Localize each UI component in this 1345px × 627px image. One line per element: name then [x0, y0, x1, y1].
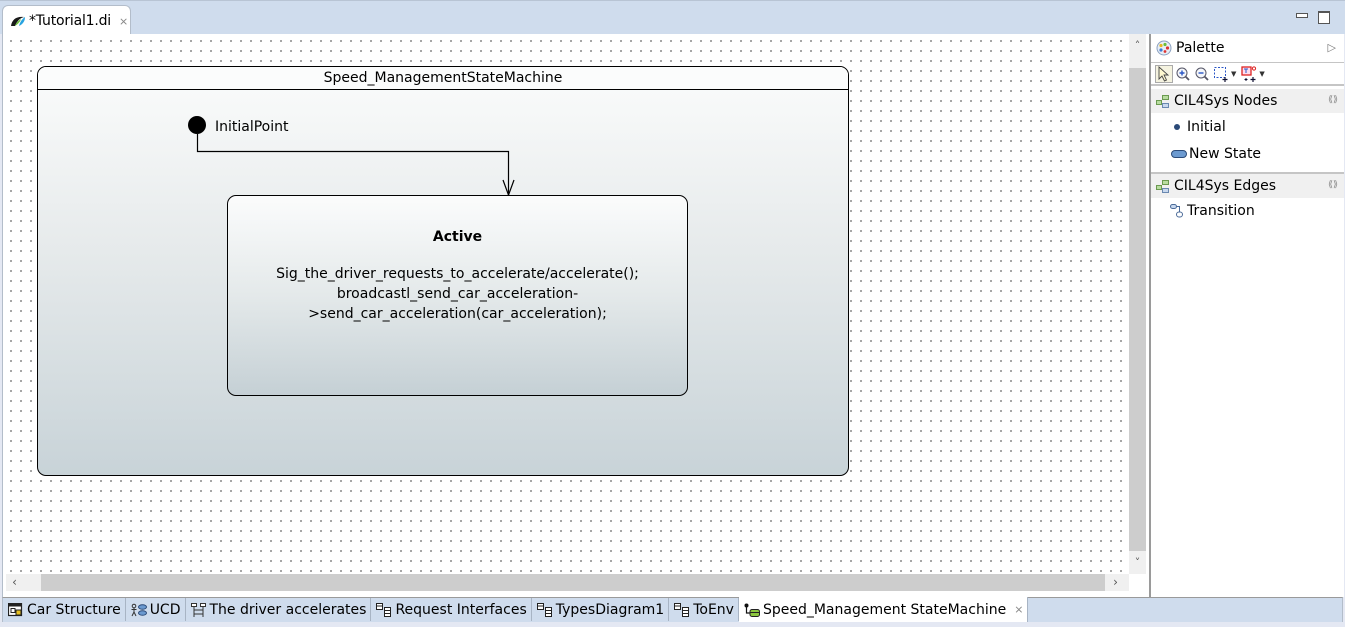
editor-tab-bar: *Tutorial1.di ⨯	[0, 0, 1345, 36]
tab-toenv[interactable]: ToEnv	[669, 598, 739, 621]
scroll-left-icon[interactable]: ‹	[6, 574, 23, 591]
maximize-button[interactable]	[1317, 9, 1331, 24]
palette-toolbar: ▼ ▼	[1151, 62, 1344, 86]
editor-tab-label: *Tutorial1.di	[29, 13, 112, 29]
palette-item-transition[interactable]: Transition	[1169, 199, 1255, 223]
window-bottom-edge	[0, 622, 1345, 627]
transition-edge[interactable]	[196, 134, 510, 195]
tab-label: Speed_Management StateMachine	[762, 601, 1007, 618]
arrow-cursor-icon	[1158, 65, 1170, 82]
drawer-pin-icon[interactable]: ⟪⟫	[1328, 180, 1338, 190]
marquee-icon	[1214, 66, 1228, 82]
drawer-label: CIL4Sys Edges	[1174, 178, 1277, 194]
diagram-tab-bar: Car Structure UCD The driver accelerates…	[2, 597, 1343, 622]
zoom-in-tool[interactable]	[1174, 65, 1192, 83]
state-machine-title[interactable]: Speed_ManagementStateMachine	[38, 67, 848, 90]
tab-ucd[interactable]: UCD	[126, 598, 186, 621]
connection-marquee-dropdown-icon[interactable]: ▼	[1259, 70, 1264, 78]
class-diagram-icon	[536, 602, 552, 617]
palette-collapse-icon[interactable]: ▷	[1328, 41, 1336, 54]
minimize-button[interactable]	[1294, 9, 1308, 23]
palette-title: Palette	[1176, 40, 1225, 56]
zoom-out-icon	[1195, 67, 1209, 81]
papyrus-logo-icon	[11, 16, 25, 26]
transition-icon	[1170, 204, 1183, 218]
composite-structure-icon	[8, 602, 23, 616]
diagram-editor: Speed_ManagementStateMachine InitialPoin…	[2, 34, 1344, 597]
tab-car-structure[interactable]: Car Structure	[3, 598, 126, 621]
vertical-scrollbar[interactable]: ˄ ˅	[1129, 34, 1146, 574]
initial-pseudostate[interactable]	[188, 116, 206, 134]
state-name: Active	[432, 229, 483, 245]
tab-typesdiagram1[interactable]: TypesDiagram1	[532, 598, 670, 621]
zoom-in-icon	[1176, 67, 1190, 81]
connection-marquee-icon	[1241, 65, 1257, 82]
close-icon[interactable]: ⨯	[1014, 603, 1023, 616]
drawer-nodes-icon	[1156, 94, 1169, 108]
tab-the-driver-accelerates[interactable]: The driver accelerates	[186, 598, 372, 621]
editor-tab-tutorial1[interactable]: *Tutorial1.di ⨯	[2, 5, 131, 36]
zoom-out-tool[interactable]	[1193, 65, 1211, 83]
connection-marquee-tool[interactable]	[1240, 65, 1258, 83]
class-diagram-icon	[376, 602, 392, 617]
drawer-cil4sys-nodes[interactable]: CIL4Sys Nodes ⟪⟫	[1151, 89, 1344, 113]
state-machine-frame[interactable]: Speed_ManagementStateMachine InitialPoin…	[37, 66, 849, 476]
drawer-label: CIL4Sys Nodes	[1174, 93, 1278, 109]
close-icon[interactable]: ⨯	[119, 15, 128, 28]
class-diagram-icon	[674, 602, 690, 617]
drawer-cil4sys-edges[interactable]: CIL4Sys Edges ⟪⟫	[1151, 172, 1344, 198]
state-machine-icon	[744, 603, 760, 617]
marquee-tool[interactable]	[1212, 65, 1230, 83]
sequence-diagram-icon	[190, 602, 206, 617]
tab-label: Car Structure	[27, 601, 121, 618]
select-tool[interactable]	[1155, 64, 1173, 83]
scroll-right-icon[interactable]: ›	[1107, 574, 1124, 591]
palette-item-label: New State	[1189, 146, 1262, 162]
drawer-edges-icon	[1156, 179, 1169, 193]
vertical-scroll-thumb[interactable]	[1129, 68, 1146, 551]
state-behavior: Sig_the_driver_requests_to_accelerate/ac…	[276, 266, 639, 322]
initial-dot-icon	[1174, 124, 1180, 130]
horizontal-scroll-thumb[interactable]	[41, 574, 1105, 591]
initial-label: InitialPoint	[215, 119, 289, 135]
scroll-up-icon[interactable]: ˄	[1129, 37, 1146, 54]
horizontal-scrollbar[interactable]: ‹ ›	[6, 574, 1129, 591]
palette: Palette ▷ ▼ ▼ CIL4Sys Nodes ⟪⟫ Initial N…	[1149, 34, 1344, 597]
diagram-canvas[interactable]: Speed_ManagementStateMachine InitialPoin…	[6, 34, 1129, 574]
palette-icon	[1156, 40, 1172, 56]
tab-label: The driver accelerates	[209, 601, 367, 618]
state-pill-icon	[1171, 149, 1187, 158]
palette-header: Palette ▷	[1151, 36, 1344, 60]
scroll-down-icon[interactable]: ˅	[1129, 554, 1146, 571]
marquee-dropdown-icon[interactable]: ▼	[1231, 70, 1236, 78]
palette-item-new-state[interactable]: New State	[1171, 142, 1261, 166]
tab-label: ToEnv	[693, 601, 734, 618]
use-case-icon	[131, 603, 147, 616]
palette-item-label: Transition	[1187, 203, 1255, 219]
tab-label: TypesDiagram1	[555, 601, 665, 618]
tab-request-interfaces[interactable]: Request Interfaces	[371, 598, 532, 621]
tab-speed-management-statemachine[interactable]: Speed_Management StateMachine ⨯	[738, 597, 1029, 622]
palette-item-initial[interactable]: Initial	[1169, 115, 1226, 139]
drawer-pin-icon[interactable]: ⟪⟫	[1328, 95, 1338, 105]
tab-label: UCD	[149, 601, 181, 618]
state-active[interactable]: Active Sig_the_driver_requests_to_accele…	[227, 195, 688, 396]
tab-label: Request Interfaces	[395, 601, 527, 618]
palette-item-label: Initial	[1187, 119, 1226, 135]
